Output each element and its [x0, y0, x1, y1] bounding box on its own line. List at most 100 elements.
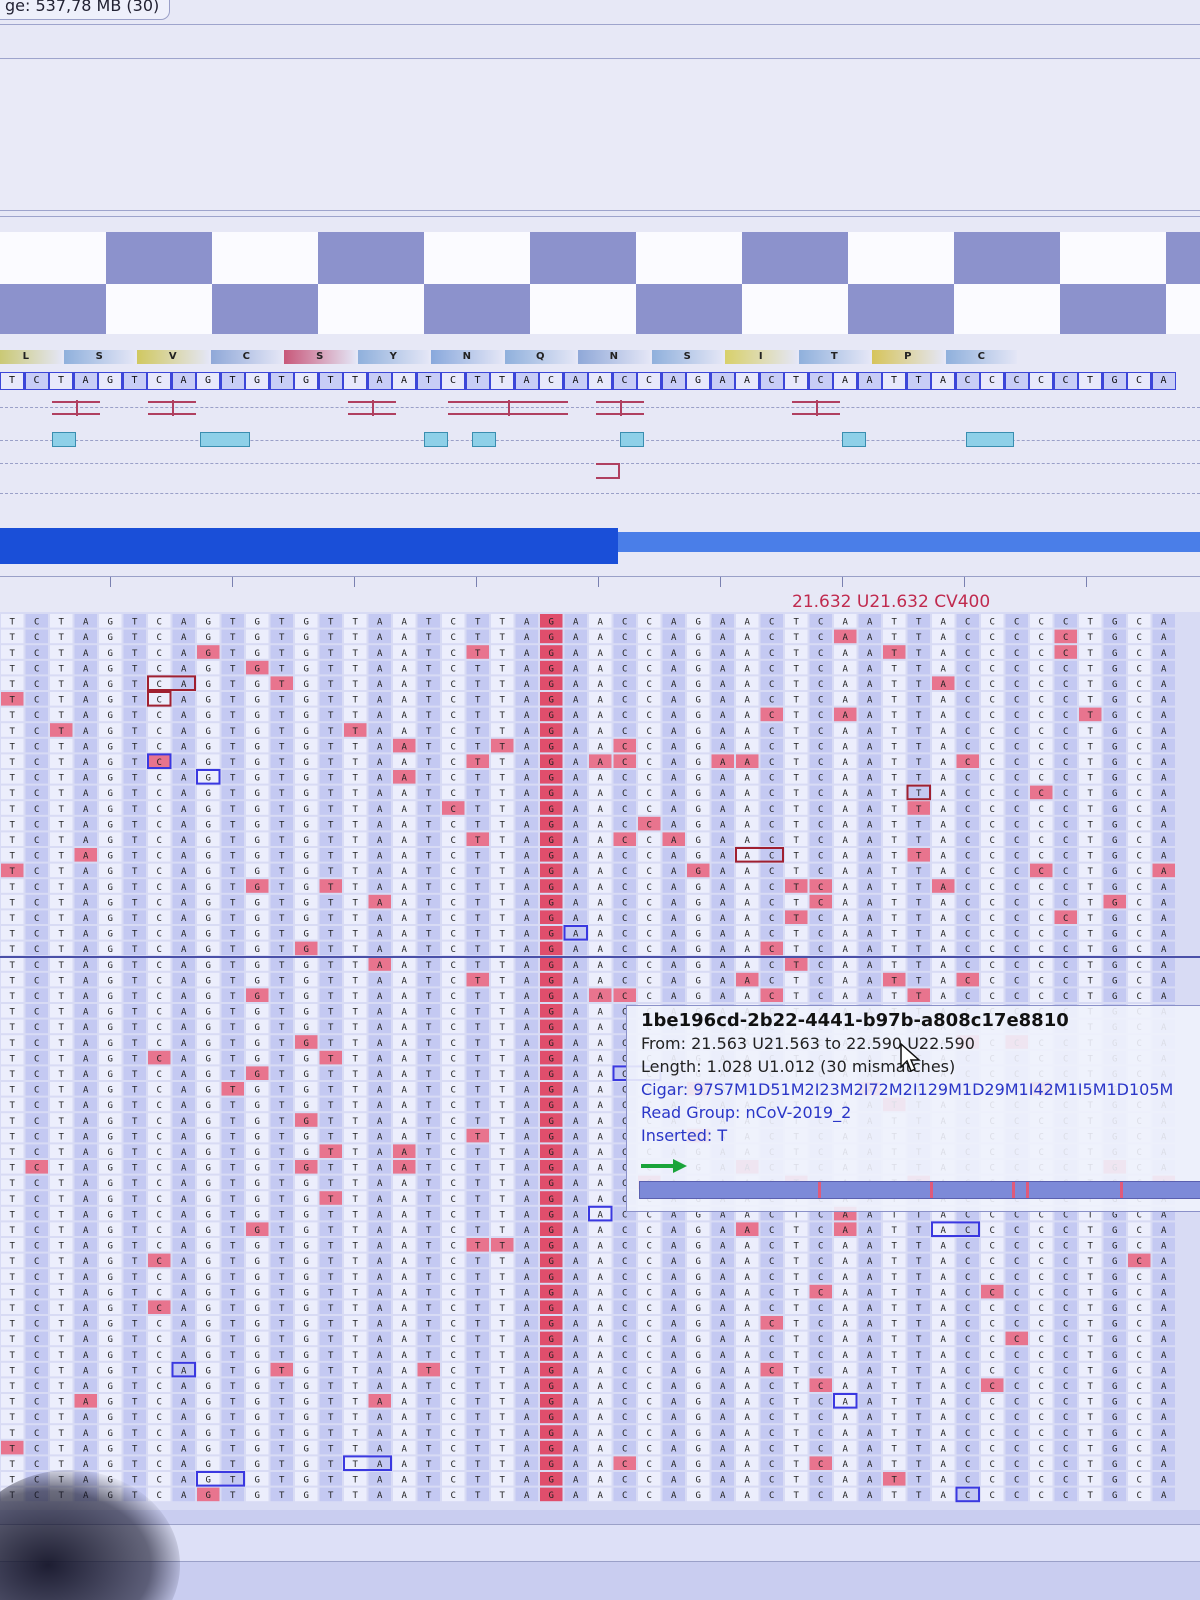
read-base-letter: G	[696, 774, 701, 784]
read-base-letter: A	[377, 1054, 383, 1064]
read-base-letter: A	[83, 1366, 89, 1376]
amplicon-feature[interactable]	[966, 432, 1014, 447]
read-base-letter: A	[524, 898, 530, 908]
read-base-letter: T	[59, 774, 65, 784]
read-base-letter: T	[279, 805, 285, 815]
read-base-letter: A	[573, 976, 579, 986]
read-base-letter: A	[720, 883, 726, 893]
read-base-letter: T	[132, 992, 138, 1002]
read-base-letter: A	[671, 820, 677, 830]
read-base-letter: T	[279, 711, 285, 721]
read-base-letter: A	[402, 867, 408, 877]
read-base-letter: G	[549, 711, 554, 721]
read-base-letter: A	[377, 961, 383, 971]
amplicon-feature[interactable]	[472, 432, 496, 447]
amplicon-feature[interactable]	[424, 432, 448, 447]
read-base-letter: G	[549, 1023, 554, 1033]
primer-feature[interactable]	[148, 400, 196, 416]
read-base-letter: T	[475, 805, 481, 815]
primer-feature[interactable]	[596, 400, 644, 416]
read-base-letter: T	[279, 1132, 285, 1142]
read-base-letter: A	[941, 883, 947, 893]
read-base-letter: T	[426, 680, 432, 690]
read-base-letter: C	[157, 1382, 162, 1392]
read-base-letter: C	[622, 820, 627, 830]
read-base-letter: C	[1039, 664, 1044, 674]
read-base-letter: A	[1161, 820, 1167, 830]
read-base-letter: A	[671, 618, 677, 628]
read-base-letter: T	[230, 696, 236, 706]
read-base-letter: T	[500, 1070, 506, 1080]
read-base-letter: C	[157, 898, 162, 908]
position-tick	[476, 577, 477, 587]
read-base-letter: C	[965, 1320, 970, 1330]
bracket-feature[interactable]	[596, 463, 620, 479]
read-base-letter: C	[647, 680, 652, 690]
read-base-letter: C	[451, 852, 456, 862]
read-base-letter: C	[451, 945, 456, 955]
read-base-letter: C	[1137, 711, 1142, 721]
read-base-letter: T	[230, 1273, 236, 1283]
read-base-letter: A	[745, 945, 751, 955]
amplicon-feature[interactable]	[52, 432, 76, 447]
read-base-letter: C	[1014, 1226, 1019, 1236]
read-base-letter: G	[696, 1304, 701, 1314]
read-base-letter: A	[524, 1023, 530, 1033]
read-base-letter: A	[83, 930, 89, 940]
amino-acid: S	[284, 350, 356, 364]
read-base-letter: A	[598, 618, 604, 628]
read-base-letter: T	[279, 961, 285, 971]
read-base-letter: A	[941, 758, 947, 768]
amplicon-feature[interactable]	[200, 432, 250, 447]
coverage-bar-low[interactable]	[618, 532, 1200, 552]
amplicon-feature[interactable]	[620, 432, 644, 447]
read-base-letter: A	[181, 1288, 187, 1298]
read-base-letter: G	[255, 1195, 260, 1205]
reference-sequence-track[interactable]: TCTAGTCAGTGTGTTAATCTTACAACCAGAACTCAATTAC…	[0, 372, 1176, 390]
primer-feature[interactable]	[792, 400, 840, 416]
read-base-letter: C	[647, 930, 652, 940]
read-base-letter: T	[892, 961, 898, 971]
read-base-letter: G	[1112, 852, 1117, 862]
read-base-letter: A	[573, 1273, 579, 1283]
read-base-letter: A	[573, 758, 579, 768]
annotation-tracks[interactable]	[0, 395, 1200, 505]
read-base-letter: A	[83, 664, 89, 674]
primer-feature[interactable]	[348, 400, 396, 416]
read-base-letter: C	[990, 836, 995, 846]
read-base-letter: G	[108, 1273, 113, 1283]
read-base-letter: C	[157, 727, 162, 737]
sequence-ruler-band[interactable]	[0, 232, 1200, 342]
read-base-letter: G	[255, 1070, 260, 1080]
read-base-letter: C	[34, 1304, 39, 1314]
read-base-letter: C	[647, 649, 652, 659]
primer-feature[interactable]	[52, 400, 100, 416]
read-base-letter: C	[990, 1335, 995, 1345]
read-base-letter: G	[108, 1101, 113, 1111]
read-base-letter: A	[181, 930, 187, 940]
read-base-letter: C	[157, 1304, 162, 1314]
read-base-letter: T	[475, 867, 481, 877]
read-base-letter: C	[34, 1398, 39, 1408]
read-base-letter: A	[524, 1054, 530, 1064]
read-base-letter: C	[451, 898, 456, 908]
read-base-letter: T	[279, 1257, 285, 1267]
read-base-letter: A	[720, 1335, 726, 1345]
read-base-letter: T	[132, 1101, 138, 1111]
read-base-letter: T	[353, 1351, 359, 1361]
read-base-letter: G	[696, 1288, 701, 1298]
read-base-letter: C	[34, 742, 39, 752]
read-base-letter: T	[426, 898, 432, 908]
position-ticks	[0, 576, 1200, 589]
coverage-bar[interactable]	[0, 528, 618, 564]
read-base-letter: T	[1088, 976, 1094, 986]
read-base-letter: C	[1039, 1288, 1044, 1298]
amplicon-feature[interactable]	[842, 432, 866, 447]
primer-feature[interactable]	[448, 400, 568, 416]
read-base-letter: A	[598, 976, 604, 986]
read-base-letter: A	[377, 992, 383, 1002]
ruler-block	[742, 284, 848, 334]
read-base-letter: T	[328, 1320, 334, 1330]
read-base-letter: G	[255, 680, 260, 690]
read-base-letter: A	[402, 1242, 408, 1252]
